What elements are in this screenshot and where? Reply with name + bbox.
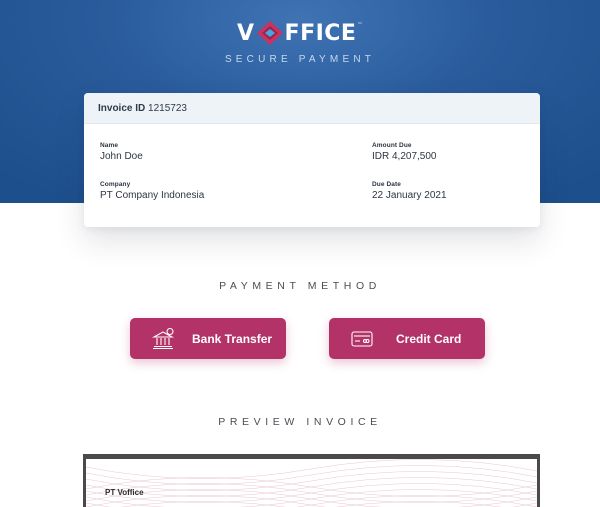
- invoice-id-row: Invoice ID 1215723: [84, 93, 540, 124]
- due-date-value: 22 January 2021: [372, 190, 447, 201]
- payment-method-title: PAYMENT METHOD: [219, 280, 381, 292]
- logo-trademark: ™: [357, 22, 363, 28]
- amount-due-field: Amount Due IDR 4,207,500: [372, 142, 437, 162]
- amount-due-label: Amount Due: [372, 142, 412, 149]
- invoice-preview-frame[interactable]: PT Voffice: [83, 454, 540, 507]
- preview-invoice-title: PREVIEW INVOICE: [218, 416, 382, 428]
- name-label: Name: [100, 142, 119, 149]
- invoice-id-value: 1215723: [148, 103, 187, 114]
- amount-due-value: IDR 4,207,500: [372, 151, 437, 162]
- company-value: PT Company Indonesia: [100, 190, 205, 201]
- bank-icon: [151, 327, 175, 349]
- logo-text-ffice: FFICE: [284, 20, 357, 46]
- bank-transfer-button[interactable]: Bank Transfer: [130, 318, 286, 359]
- tagline: SECURE PAYMENT: [224, 54, 376, 65]
- logo-diamond-icon: [256, 21, 283, 45]
- invoice-card: Invoice ID 1215723 Name John Doe Company…: [84, 93, 540, 227]
- credit-card-icon: [351, 330, 373, 347]
- name-value: John Doe: [100, 151, 143, 162]
- voffice-logo: V FFICE ™: [0, 20, 600, 46]
- credit-card-label: Credit Card: [396, 331, 462, 346]
- logo-letter-v: V: [237, 20, 255, 46]
- credit-card-button[interactable]: Credit Card: [329, 318, 485, 359]
- preview-company-name: PT Voffice: [105, 488, 144, 497]
- company-label: Company: [100, 181, 131, 188]
- bank-transfer-label: Bank Transfer: [192, 331, 273, 346]
- guilloche-pattern: [86, 459, 537, 507]
- name-field: Name John Doe: [100, 142, 143, 162]
- due-date-field: Due Date 22 January 2021: [372, 181, 447, 201]
- due-date-label: Due Date: [372, 181, 401, 188]
- company-field: Company PT Company Indonesia: [100, 181, 204, 201]
- invoice-id-label: Invoice ID: [98, 103, 146, 114]
